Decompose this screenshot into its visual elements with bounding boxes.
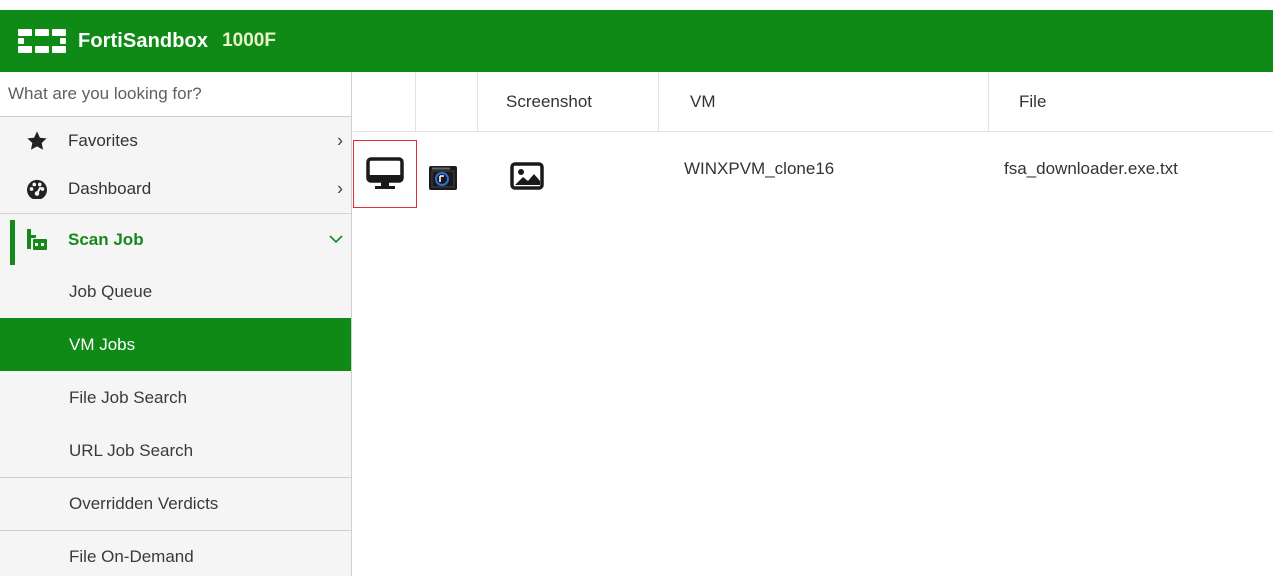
- table-header: Screenshot VM File: [353, 72, 1273, 132]
- chevron-down-icon: [329, 231, 343, 249]
- column-header-file[interactable]: File: [989, 72, 1273, 131]
- sidebar-item-label: Dashboard: [68, 179, 152, 198]
- vm-monitor-button[interactable]: [353, 140, 417, 208]
- chevron-right-icon: ›: [337, 130, 343, 151]
- star-icon: [24, 130, 50, 152]
- active-section-indicator: [10, 220, 15, 265]
- screenshot-image-icon[interactable]: [510, 162, 544, 195]
- chevron-right-icon: ›: [337, 178, 343, 199]
- column-header-blank-1: [353, 72, 416, 131]
- sidebar-subitem-file-on-demand[interactable]: File On-Demand: [0, 530, 351, 576]
- sidebar-subitem-job-queue[interactable]: Job Queue: [0, 265, 351, 318]
- sidebar-subitem-overridden-verdicts[interactable]: Overridden Verdicts: [0, 477, 351, 530]
- monitor-icon: [366, 157, 404, 189]
- table-row: WINXPVM_clone16 fsa_downloader.exe.txt: [353, 132, 1273, 222]
- vm-console-icon[interactable]: [428, 165, 458, 196]
- vm-jobs-table: Screenshot VM File WINXPVM_clone16 fsa_d…: [353, 72, 1273, 576]
- fortinet-logo-icon: [18, 29, 66, 53]
- vm-name-cell: WINXPVM_clone16: [684, 159, 835, 178]
- sidebar-item-favorites[interactable]: Favorites ›: [0, 117, 351, 165]
- column-header-screenshot[interactable]: Screenshot: [478, 72, 659, 131]
- sidebar-item-scan-job[interactable]: Scan Job: [0, 213, 351, 265]
- sidebar-search: [0, 72, 351, 117]
- sidebar-item-dashboard[interactable]: Dashboard ›: [0, 165, 351, 213]
- scan-job-icon: [24, 228, 50, 252]
- search-input[interactable]: [8, 72, 351, 116]
- top-header: FortiSandbox 1000F: [0, 10, 1273, 72]
- sidebar: Favorites › Dashboard ›: [0, 72, 352, 576]
- sidebar-item-label: Scan Job: [68, 229, 144, 249]
- device-model: 1000F: [222, 30, 276, 51]
- sidebar-subitem-file-job-search[interactable]: File Job Search: [0, 371, 351, 424]
- sidebar-subitem-vm-jobs[interactable]: VM Jobs: [0, 318, 351, 371]
- column-header-blank-2: [416, 72, 478, 131]
- app-name: FortiSandbox: [78, 29, 209, 52]
- file-name-cell: fsa_downloader.exe.txt: [1004, 159, 1178, 178]
- sidebar-subitem-url-job-search[interactable]: URL Job Search: [0, 424, 351, 477]
- column-header-vm[interactable]: VM: [659, 72, 989, 131]
- speedometer-icon: [24, 179, 50, 199]
- sidebar-item-label: Favorites: [68, 131, 138, 150]
